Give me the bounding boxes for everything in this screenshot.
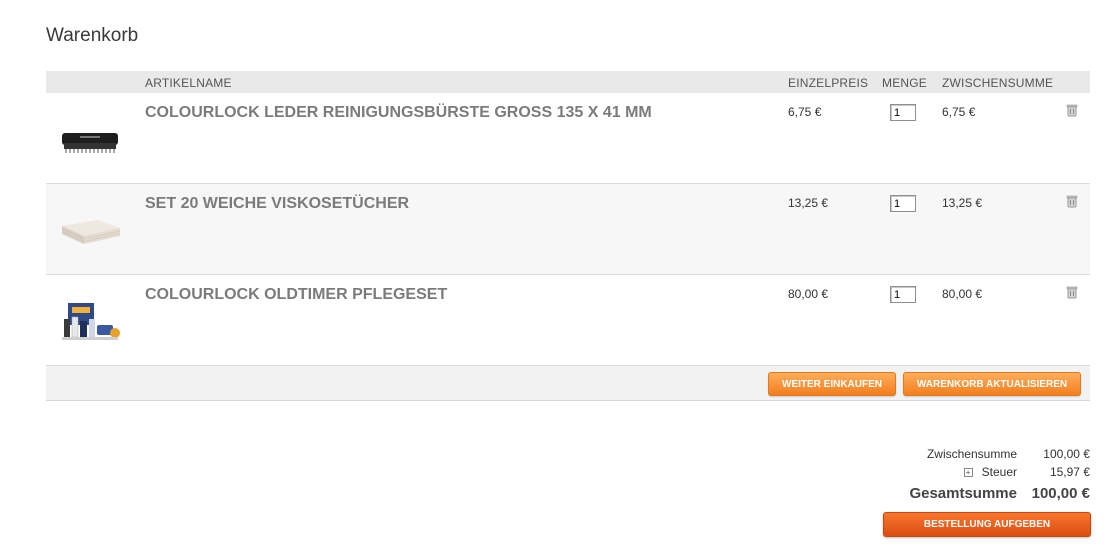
column-header-unit-price: EINZELPREIS bbox=[788, 76, 869, 90]
expand-tax-icon[interactable]: + bbox=[963, 468, 973, 477]
cart-row: COLOURLOCK LEDER REINIGUNGSBÜRSTE GROSS … bbox=[46, 93, 1090, 184]
totals-subtotal-row: Zwischensumme 100,00 € bbox=[790, 446, 1090, 464]
row-subtotal: 13,25 € bbox=[942, 196, 983, 210]
remove-item-icon[interactable] bbox=[1065, 194, 1079, 208]
continue-shopping-button[interactable]: WEITER EINKAUFEN bbox=[768, 372, 896, 396]
place-order-button[interactable]: BESTELLUNG AUFGEBEN bbox=[883, 512, 1091, 537]
product-name-link[interactable]: SET 20 WEICHE VISKOSETÜCHER bbox=[145, 195, 409, 213]
tax-label: Steuer bbox=[981, 465, 1017, 479]
grand-total-value: 100,00 € bbox=[1031, 485, 1090, 502]
unit-price: 80,00 € bbox=[788, 287, 829, 301]
column-header-name: ARTIKELNAME bbox=[145, 76, 232, 90]
subtotal-label: Zwischensumme bbox=[926, 447, 1017, 461]
product-name-link[interactable]: COLOURLOCK LEDER REINIGUNGSBÜRSTE GROSS … bbox=[145, 104, 652, 122]
grand-total-label: Gesamtsumme bbox=[909, 485, 1017, 502]
cart-actions-bar: WEITER EINKAUFEN WARENKORB AKTUALISIEREN bbox=[46, 366, 1090, 401]
column-header-subtotal: ZWISCHENSUMME bbox=[942, 76, 1054, 90]
cart-totals: Zwischensumme 100,00 € + Steuer 15,97 € G… bbox=[790, 446, 1090, 506]
product-image-care-kit[interactable] bbox=[54, 291, 126, 351]
cart-row: COLOURLOCK OLDTIMER PFLEGESET 80,00 € 80… bbox=[46, 275, 1090, 366]
unit-price: 6,75 € bbox=[788, 105, 822, 119]
product-image-cloths[interactable] bbox=[54, 200, 126, 260]
quantity-input[interactable] bbox=[890, 286, 916, 303]
page-title: Warenkorb bbox=[46, 25, 139, 46]
product-image-brush[interactable] bbox=[54, 109, 126, 169]
quantity-input[interactable] bbox=[890, 195, 916, 212]
row-subtotal: 80,00 € bbox=[942, 287, 983, 301]
cart-table-header: ARTIKELNAME EINZELPREIS MENGE ZWISCHENSU… bbox=[46, 71, 1090, 93]
unit-price: 13,25 € bbox=[788, 196, 829, 210]
row-subtotal: 6,75 € bbox=[942, 105, 976, 119]
update-cart-button[interactable]: WARENKORB AKTUALISIEREN bbox=[903, 372, 1081, 396]
totals-grand-row: Gesamtsumme 100,00 € bbox=[790, 482, 1090, 506]
remove-item-icon[interactable] bbox=[1065, 103, 1079, 117]
product-name-link[interactable]: COLOURLOCK OLDTIMER PFLEGESET bbox=[145, 286, 447, 304]
tax-value: 15,97 € bbox=[1049, 465, 1090, 479]
quantity-input[interactable] bbox=[890, 104, 916, 121]
remove-item-icon[interactable] bbox=[1065, 285, 1079, 299]
cart-table: ARTIKELNAME EINZELPREIS MENGE ZWISCHENSU… bbox=[46, 71, 1090, 401]
totals-tax-row: + Steuer 15,97 € bbox=[790, 464, 1090, 482]
column-header-quantity: MENGE bbox=[882, 76, 928, 90]
subtotal-value: 100,00 € bbox=[1043, 447, 1090, 461]
cart-row: SET 20 WEICHE VISKOSETÜCHER 13,25 € 13,2… bbox=[46, 184, 1090, 275]
